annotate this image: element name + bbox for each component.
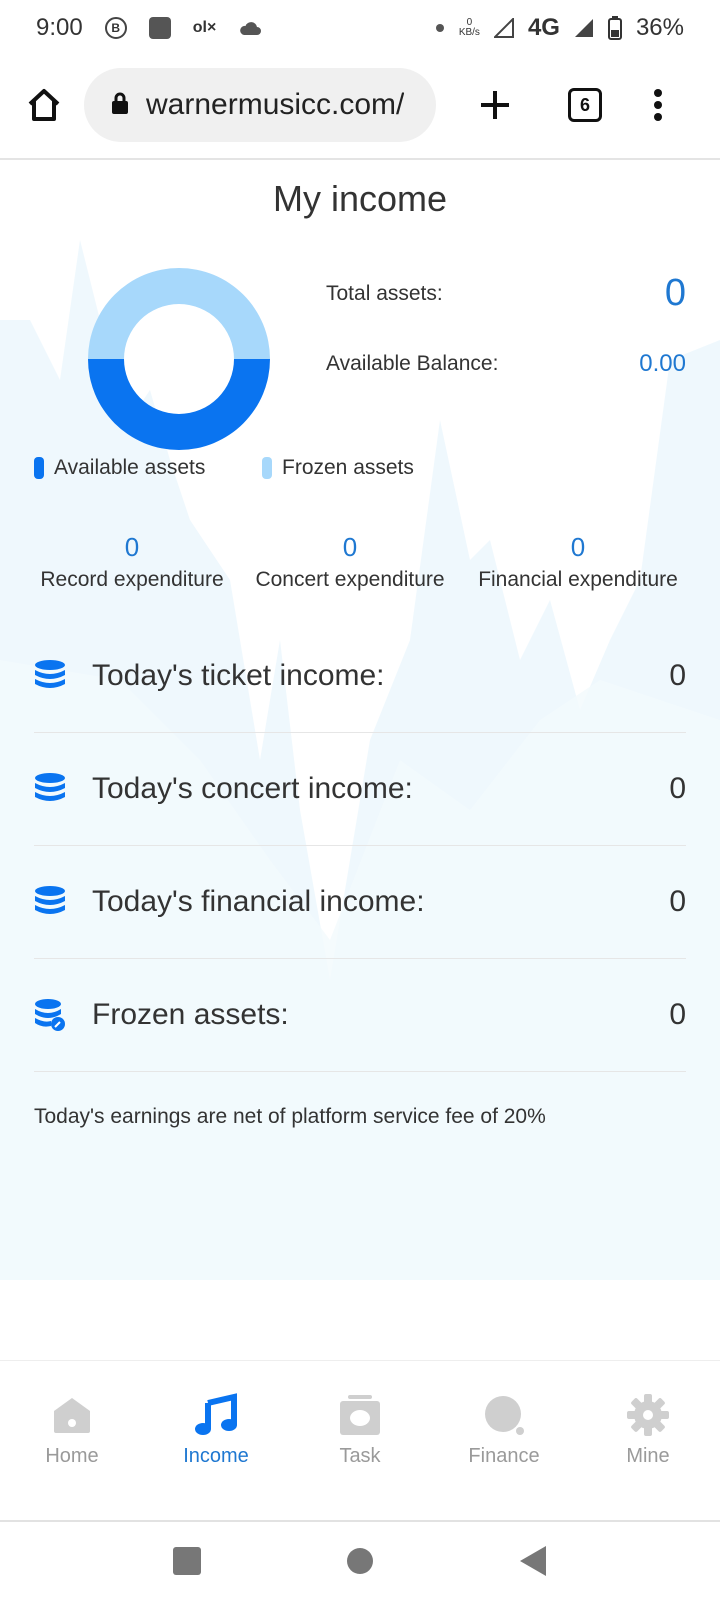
database-icon: [34, 885, 68, 919]
concert-income-value: 0: [669, 772, 686, 805]
donut-frozen-slice: [88, 268, 270, 359]
financial-expenditure-label: Financial expenditure: [478, 568, 678, 591]
record-expenditure-label: Record expenditure: [40, 568, 224, 591]
battery-icon: [607, 16, 622, 40]
concert-income-row: Today's concert income: 0: [34, 733, 686, 846]
net-speed-unit: KB/s: [458, 27, 480, 38]
tab-task[interactable]: Task: [288, 1361, 432, 1521]
home-nav-button[interactable]: [330, 1531, 390, 1591]
tab-mine[interactable]: Mine: [576, 1361, 720, 1521]
olx-icon: ol×: [192, 19, 217, 36]
legend-available-label: Available assets: [54, 456, 206, 479]
ticket-income-row: Today's ticket income: 0: [34, 620, 686, 733]
tab-switcher-button[interactable]: 6: [568, 88, 602, 122]
legend-frozen-swatch: [262, 457, 272, 479]
available-balance-value: 0.00: [639, 350, 686, 377]
tab-finance[interactable]: Finance: [432, 1361, 576, 1521]
financial-income-label: Today's financial income:: [92, 885, 425, 918]
tab-income[interactable]: Income: [144, 1361, 288, 1521]
financial-income-row: Today's financial income: 0: [34, 846, 686, 959]
concert-expenditure: 0 Concert expenditure: [248, 530, 452, 592]
gear-icon: [626, 1393, 670, 1437]
battery-level: 36%: [635, 14, 684, 41]
concert-expenditure-label: Concert expenditure: [255, 568, 445, 591]
available-balance-row: Available Balance: 0.00: [326, 350, 686, 378]
new-tab-icon[interactable]: [478, 88, 512, 122]
back-button[interactable]: [503, 1531, 563, 1591]
record-expenditure-value: 0: [124, 532, 140, 562]
database-icon: [34, 772, 68, 806]
database-icon: [34, 659, 68, 693]
page-title: My income: [272, 178, 448, 219]
database-edit-icon: [34, 998, 68, 1032]
financial-expenditure-value: 0: [570, 532, 586, 562]
browser-toolbar: warnermusicc.com/ 6: [0, 62, 720, 148]
frozen-assets-value: 0: [669, 998, 686, 1031]
fee-note: Today's earnings are net of platform ser…: [34, 1105, 546, 1128]
total-assets-row: Total assets: 0: [326, 272, 686, 315]
music-note-icon: [194, 1393, 238, 1437]
status-time: 9:00: [36, 14, 83, 41]
legend-frozen: Frozen assets: [262, 456, 414, 480]
url-text: warnermusicc.com/: [146, 88, 405, 121]
recents-button[interactable]: [157, 1531, 217, 1591]
total-assets-value: 0: [664, 272, 686, 314]
total-assets-label: Total assets:: [326, 281, 443, 305]
donut-available-slice: [88, 359, 270, 450]
income-page: My income Total assets: 0 Available Bala…: [0, 160, 720, 1360]
income-list: Today's ticket income: 0 Today's concert…: [34, 620, 686, 1072]
tab-home-label: Home: [45, 1445, 99, 1467]
asset-donut-chart: [86, 266, 272, 452]
lock-icon: [110, 91, 130, 120]
ticket-income-value: 0: [669, 659, 686, 692]
concert-income-label: Today's concert income:: [92, 772, 413, 805]
finance-icon: [482, 1393, 526, 1437]
app-notification-icon: [148, 17, 171, 39]
home-icon[interactable]: [24, 85, 64, 125]
signal-2-icon: [574, 18, 594, 38]
address-bar[interactable]: warnermusicc.com/: [84, 68, 436, 142]
legend-available-swatch: [34, 457, 44, 479]
record-expenditure: 0 Record expenditure: [34, 530, 230, 592]
b-badge-icon: B: [104, 17, 127, 39]
frozen-assets-label: Frozen assets:: [92, 998, 289, 1031]
system-nav-bar: [0, 1522, 720, 1600]
tab-task-label: Task: [339, 1445, 381, 1467]
financial-expenditure: 0 Financial expenditure: [470, 530, 686, 592]
bottom-tab-bar: Home Income Task Finance Mine: [0, 1360, 720, 1520]
concert-expenditure-value: 0: [342, 532, 358, 562]
legend-available: Available assets: [34, 456, 205, 480]
dot-icon: [435, 23, 445, 33]
cloud-icon: [238, 20, 262, 36]
status-bar: 9:00 B ol× 0 KB/s 4G 36%: [0, 0, 720, 56]
net-speed: 0 KB/s: [459, 18, 480, 38]
more-menu-icon[interactable]: [652, 88, 664, 122]
available-balance-label: Available Balance:: [326, 352, 499, 375]
network-type: 4G: [527, 14, 560, 41]
home-icon: [50, 1393, 94, 1437]
financial-income-value: 0: [669, 885, 686, 918]
tab-finance-label: Finance: [468, 1445, 540, 1467]
ticket-income-label: Today's ticket income:: [92, 659, 385, 692]
signal-icon: [493, 18, 514, 38]
frozen-assets-row: Frozen assets: 0: [34, 959, 686, 1072]
tab-home[interactable]: Home: [0, 1361, 144, 1521]
tab-income-label: Income: [183, 1445, 249, 1467]
tab-mine-label: Mine: [626, 1445, 670, 1467]
task-icon: [338, 1393, 382, 1437]
legend-frozen-label: Frozen assets: [282, 456, 414, 479]
